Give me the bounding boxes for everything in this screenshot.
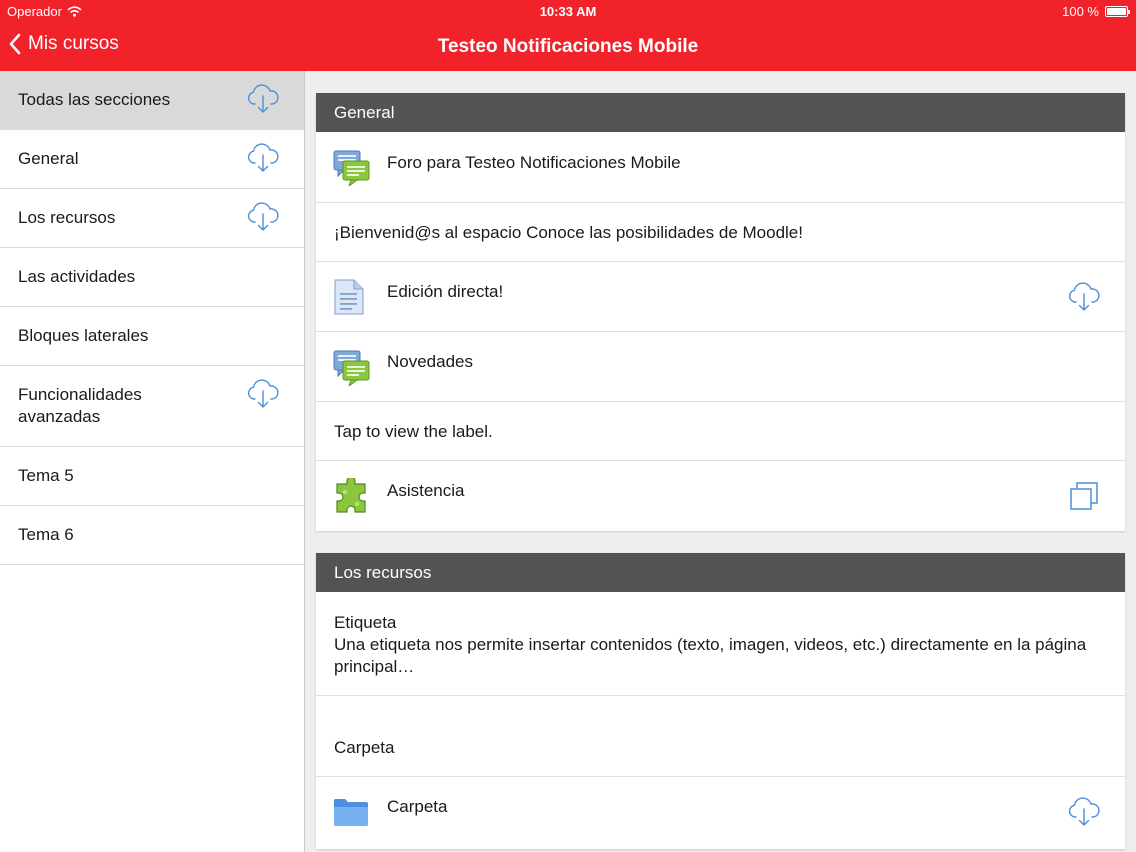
nav-bar: Mis cursos Testeo Notificaciones Mobile	[0, 22, 1136, 71]
puzzle-icon	[333, 478, 371, 516]
module-name: Carpeta	[334, 738, 395, 757]
sidebar-item-general[interactable]: General	[0, 130, 304, 189]
module-name: ¡Bienvenid@s al espacio Conoce las posib…	[334, 223, 803, 242]
sidebar-item-label: Funcionalidades avanzadas	[18, 385, 142, 426]
label-text: Una etiqueta nos permite insertar conten…	[334, 635, 1087, 676]
top-bar: Operador 10:33 AM 100 % Mis cursos Teste…	[0, 0, 1136, 71]
sidebar-item-label: Las actividades	[18, 267, 136, 286]
page-title: Testeo Notificaciones Mobile	[437, 36, 699, 57]
module-name: Novedades	[387, 352, 474, 371]
forum-icon	[333, 350, 371, 386]
label-title: Etiqueta	[334, 613, 397, 632]
sidebar-item-label: Tema 5	[18, 466, 74, 485]
module-forum[interactable]: Novedades	[316, 332, 1125, 402]
module-folder[interactable]: Carpeta	[316, 777, 1125, 849]
sidebar-item-bloques-laterales[interactable]: Bloques laterales	[0, 307, 304, 366]
sidebar-item-label: General	[18, 149, 79, 168]
section-header: Los recursos	[316, 553, 1125, 592]
sidebar-item-las-actividades[interactable]: Las actividades	[0, 248, 304, 307]
module-name: Foro para Testeo Notificaciones Mobile	[387, 153, 681, 172]
course-content: General Foro para Testeo Notificaciones …	[305, 71, 1136, 852]
sidebar-item-todas-las-secciones[interactable]: Todas las secciones	[0, 71, 304, 130]
download-cloud-icon[interactable]	[1067, 282, 1101, 312]
app-root: Operador 10:33 AM 100 % Mis cursos Teste…	[0, 0, 1136, 852]
module-page[interactable]: Edición directa!	[316, 262, 1125, 332]
module-plugin[interactable]: Asistencia	[316, 461, 1125, 531]
download-cloud-icon[interactable]	[246, 143, 280, 173]
download-cloud-icon[interactable]	[246, 84, 280, 114]
sidebar-item-label: Bloques laterales	[18, 326, 149, 345]
sidebar-item-los-recursos[interactable]: Los recursos	[0, 189, 304, 248]
module-forum[interactable]: Foro para Testeo Notificaciones Mobile	[316, 132, 1125, 203]
module-label[interactable]: Carpeta	[316, 696, 1125, 777]
sidebar-item-tema-6[interactable]: Tema 6	[0, 506, 304, 565]
open-external-icon[interactable]	[1069, 481, 1099, 511]
module-name: Asistencia	[387, 481, 465, 500]
sidebar-item-label: Todas las secciones	[18, 90, 171, 109]
sidebar-item-label: Tema 6	[18, 525, 74, 544]
module-name: Tap to view the label.	[334, 422, 493, 441]
module-name: Edición directa!	[387, 282, 504, 301]
section-general: General Foro para Testeo Notificaciones …	[316, 93, 1125, 531]
status-time: 10:33 AM	[539, 4, 597, 19]
module-label[interactable]: Tap to view the label.	[316, 402, 1125, 461]
module-name: Carpeta	[387, 797, 448, 816]
battery-icon	[1105, 6, 1130, 17]
status-bar: Operador 10:33 AM 100 %	[0, 0, 1136, 22]
module-label[interactable]: Etiqueta Una etiqueta nos permite insert…	[316, 592, 1125, 696]
download-cloud-icon[interactable]	[1067, 797, 1101, 827]
status-battery: 100 %	[1062, 4, 1130, 19]
folder-icon	[333, 796, 369, 828]
section-los-recursos: Los recursos Etiqueta Una etiqueta nos p…	[316, 553, 1125, 849]
download-cloud-icon[interactable]	[246, 202, 280, 232]
download-cloud-icon[interactable]	[246, 379, 280, 409]
page-icon	[333, 279, 365, 315]
module-label[interactable]: ¡Bienvenid@s al espacio Conoce las posib…	[316, 203, 1125, 262]
sections-sidebar: Todas las secciones General Los recursos…	[0, 71, 305, 852]
forum-icon	[333, 150, 371, 186]
sidebar-item-label: Los recursos	[18, 208, 116, 227]
section-header: General	[316, 93, 1125, 132]
sidebar-item-tema-5[interactable]: Tema 5	[0, 447, 304, 506]
sidebar-item-funcionalidades-avanzadas[interactable]: Funcionalidades avanzadas	[0, 366, 304, 447]
battery-percent: 100 %	[1062, 4, 1099, 19]
